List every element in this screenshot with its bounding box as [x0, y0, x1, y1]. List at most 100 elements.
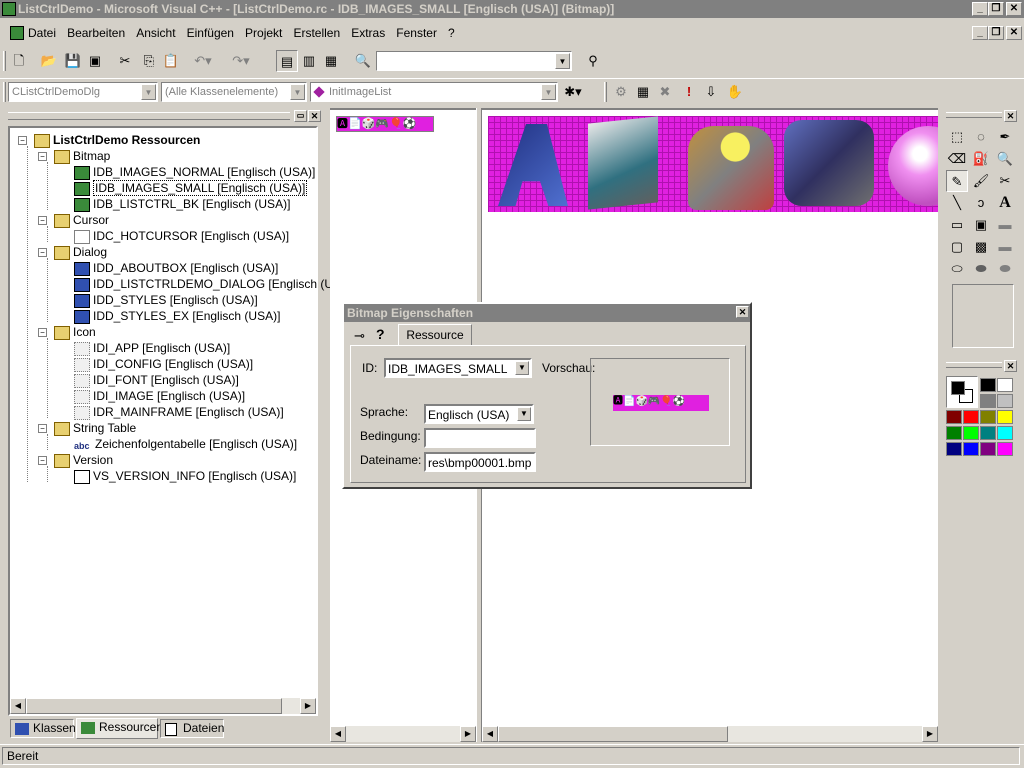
open-folder-icon[interactable]: 📂	[38, 50, 60, 72]
tree-root[interactable]: ListCtrlDemo Ressourcen	[34, 132, 200, 148]
color-swatch[interactable]	[963, 410, 979, 424]
chevron-down-icon[interactable]: ▼	[541, 84, 556, 100]
tree-collapse-toggle[interactable]: −	[38, 152, 47, 161]
tree-item[interactable]: IDI_IMAGE [Englisch (USA)]	[74, 388, 245, 404]
close-button[interactable]: ✕	[1006, 2, 1022, 16]
dialog-close-button[interactable]: ✕	[736, 306, 749, 318]
menu-projekt[interactable]: Projekt	[241, 22, 286, 44]
chevron-down-icon[interactable]: ▼	[141, 84, 156, 100]
tree-collapse-toggle[interactable]: −	[38, 424, 47, 433]
redo-icon[interactable]: ↷▾	[230, 50, 252, 72]
color-swatch[interactable]	[997, 378, 1013, 392]
filled-rect-outline-icon[interactable]: ▣	[970, 214, 992, 236]
chevron-down-icon[interactable]: ▼	[517, 407, 531, 421]
color-swatch[interactable]	[980, 378, 996, 392]
tree-collapse-toggle[interactable]: −	[18, 136, 27, 145]
undo-icon[interactable]: ↶▾	[192, 50, 214, 72]
window-list-icon[interactable]: ▦	[320, 50, 342, 72]
filename-field[interactable]: res\bmp00001.bmp	[424, 452, 536, 472]
scroll-right-icon[interactable]: ▶	[300, 698, 316, 714]
panel-restore-button[interactable]: ▭	[294, 110, 307, 122]
window-title-bar[interactable]: ListCtrlDemo - Microsoft Visual C++ - [L…	[0, 0, 1024, 18]
color-swatch[interactable]	[997, 442, 1013, 456]
color-swatch[interactable]	[980, 394, 996, 408]
filled-rounded-rect-icon[interactable]: ▬	[994, 236, 1016, 258]
palette-close-button[interactable]: ✕	[1004, 360, 1017, 372]
scroll-thumb[interactable]	[498, 726, 728, 742]
scroll-thumb[interactable]	[26, 698, 282, 714]
tool-options-box[interactable]	[952, 284, 1014, 348]
toolbox-grip[interactable]	[946, 112, 1002, 118]
tree-item[interactable]: IDI_CONFIG [Englisch (USA)]	[74, 356, 253, 372]
find-binoculars-icon[interactable]: ⚲	[582, 50, 604, 72]
tab-ressourcen[interactable]: Ressourcen	[76, 718, 163, 739]
palette-grip[interactable]	[946, 362, 1002, 368]
filled-ellipse-icon[interactable]: ⬬	[994, 258, 1016, 280]
panel-close-button[interactable]: ✕	[308, 110, 321, 122]
tree-item[interactable]: IDD_STYLES_EX [Englisch (USA)]	[74, 308, 280, 324]
menu-einfuegen[interactable]: Einfügen	[183, 22, 238, 44]
help-icon[interactable]: ?	[376, 326, 385, 342]
filled-rect-icon[interactable]: ▬	[994, 214, 1016, 236]
line-icon[interactable]: ╲	[946, 192, 968, 214]
tree-item[interactable]: IDI_FONT [Englisch (USA)]	[74, 372, 239, 388]
color-swatch[interactable]	[980, 410, 996, 424]
zoomed-bitmap-canvas[interactable]	[488, 116, 938, 212]
tree-horizontal-scrollbar[interactable]: ◀ ▶	[10, 698, 316, 714]
class-combo[interactable]: CListCtrlDemoDlg ▼	[8, 82, 158, 102]
stop-build-icon[interactable]: ✖	[654, 81, 676, 103]
tree-folder-string-table[interactable]: String Table	[54, 420, 136, 436]
chevron-down-icon[interactable]: ▼	[515, 361, 529, 375]
minimize-button[interactable]: _	[972, 2, 988, 16]
execute-icon[interactable]: !	[678, 81, 700, 103]
tree-item[interactable]: IDB_LISTCTRL_BK [Englisch (USA)]	[74, 196, 290, 212]
eraser-icon[interactable]: ⌫	[946, 148, 968, 170]
compile-icon[interactable]: ⚙	[610, 81, 632, 103]
id-combo[interactable]: IDB_IMAGES_SMALL ▼	[384, 358, 532, 378]
zoomed-pane-hscrollbar[interactable]: ◀ ▶	[482, 726, 938, 742]
doc-close-button[interactable]: ✕	[1006, 26, 1022, 40]
tree-folder-bitmap[interactable]: Bitmap	[54, 148, 110, 164]
brush-icon[interactable]: 🖌	[970, 170, 992, 192]
filled-rounded-rect-outline-icon[interactable]: ▩	[970, 236, 992, 258]
doc-icon[interactable]	[10, 26, 24, 40]
doc-restore-button[interactable]: ❐	[988, 26, 1004, 40]
color-swatch[interactable]	[980, 442, 996, 456]
app-icon[interactable]	[2, 2, 16, 16]
workspace-toggle-icon[interactable]: ▤	[276, 50, 298, 72]
magnifier-icon[interactable]: 🔍	[994, 148, 1016, 170]
color-swatch[interactable]	[963, 426, 979, 440]
condition-field[interactable]	[424, 428, 536, 448]
chevron-down-icon[interactable]: ▼	[290, 84, 305, 100]
build-icon[interactable]: ▦	[632, 81, 654, 103]
rectangle-icon[interactable]: ▭	[946, 214, 968, 236]
tab-dateien[interactable]: Dateien	[160, 719, 224, 738]
free-select-icon[interactable]: ◌	[970, 126, 992, 148]
scroll-left-icon[interactable]: ◀	[330, 726, 346, 742]
menu-bearbeiten[interactable]: Bearbeiten	[63, 22, 129, 44]
menu-datei[interactable]: Datei	[24, 22, 60, 44]
color-swatch[interactable]	[997, 426, 1013, 440]
color-swatch[interactable]	[997, 394, 1013, 408]
find-in-files-icon[interactable]: 🔍	[352, 50, 374, 72]
color-swatch[interactable]	[946, 410, 962, 424]
airbrush-icon[interactable]: ✂	[994, 170, 1016, 192]
new-text-file-icon[interactable]: 🗋	[8, 50, 30, 72]
wizard-action-icon[interactable]: ✱▾	[562, 81, 584, 103]
tree-item[interactable]: IDD_STYLES [Englisch (USA)]	[74, 292, 258, 308]
doc-minimize-button[interactable]: _	[972, 26, 988, 40]
tree-collapse-toggle[interactable]: −	[38, 328, 47, 337]
panel-grip[interactable]	[8, 112, 290, 120]
scroll-right-icon[interactable]: ▶	[922, 726, 938, 742]
filled-ellipse-outline-icon[interactable]: ⬬	[970, 258, 992, 280]
resource-tree[interactable]: − ListCtrlDemo Ressourcen − Bitmap IDB_I…	[8, 126, 341, 716]
chevron-down-icon[interactable]: ▼	[555, 53, 570, 69]
color-picker-icon[interactable]: ✒	[994, 126, 1016, 148]
dialog-title-bar[interactable]: Bitmap Eigenschaften	[344, 304, 750, 322]
rect-select-icon[interactable]: ⬚	[946, 126, 968, 148]
color-swatch[interactable]	[946, 426, 962, 440]
tree-item[interactable]: IDD_ABOUTBOX [Englisch (USA)]	[74, 260, 278, 276]
save-icon[interactable]: 💾	[62, 50, 84, 72]
color-swatch[interactable]	[997, 410, 1013, 424]
tree-collapse-toggle[interactable]: −	[38, 248, 47, 257]
